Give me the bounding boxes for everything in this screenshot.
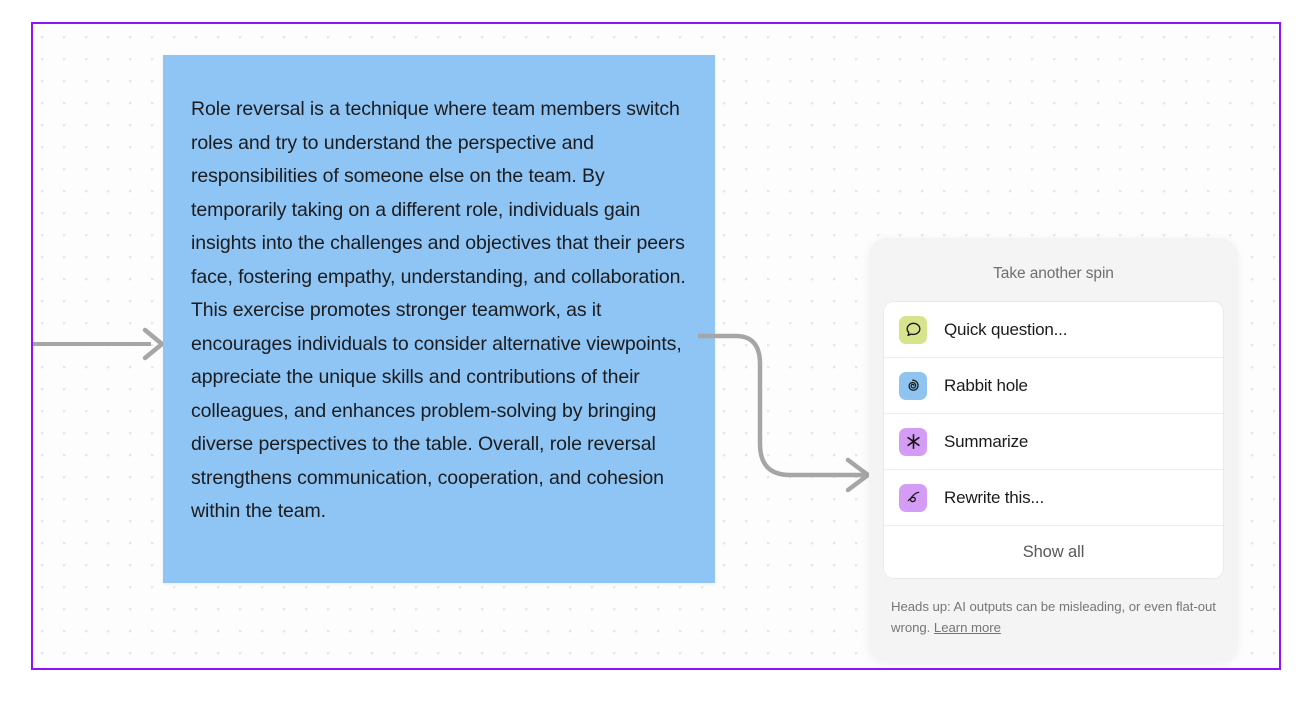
loop-squiggle-icon (899, 483, 927, 512)
speech-bubble-icon (899, 315, 927, 344)
spiral-icon (899, 371, 927, 400)
ai-disclaimer: Heads up: AI outputs can be misleading, … (869, 579, 1238, 638)
show-all-button[interactable]: Show all (884, 526, 1223, 578)
learn-more-link[interactable]: Learn more (934, 620, 1001, 635)
menu-item-summarize[interactable]: Summarize (884, 414, 1223, 470)
app-root: Role reversal is a technique where team … (0, 0, 1313, 721)
menu-item-rewrite-this[interactable]: Rewrite this... (884, 470, 1223, 526)
menu-item-quick-question[interactable]: Quick question... (884, 302, 1223, 358)
spin-panel: Take another spin Quick question... Rabb… (869, 238, 1238, 662)
menu-item-label: Summarize (944, 431, 1029, 451)
panel-title: Take another spin (993, 265, 1114, 282)
whiteboard-canvas[interactable]: Role reversal is a technique where team … (31, 22, 1281, 670)
asterisk-sparkle-icon (899, 427, 927, 456)
action-menu-card: Quick question... Rabbit hole Summarize … (883, 301, 1224, 579)
menu-item-label: Quick question... (944, 319, 1068, 339)
menu-item-rabbit-hole[interactable]: Rabbit hole (884, 358, 1223, 414)
menu-item-label: Rabbit hole (944, 375, 1028, 395)
note-card[interactable]: Role reversal is a technique where team … (163, 55, 715, 583)
note-card-text: Role reversal is a technique where team … (191, 98, 686, 522)
menu-item-label: Rewrite this... (944, 487, 1044, 507)
